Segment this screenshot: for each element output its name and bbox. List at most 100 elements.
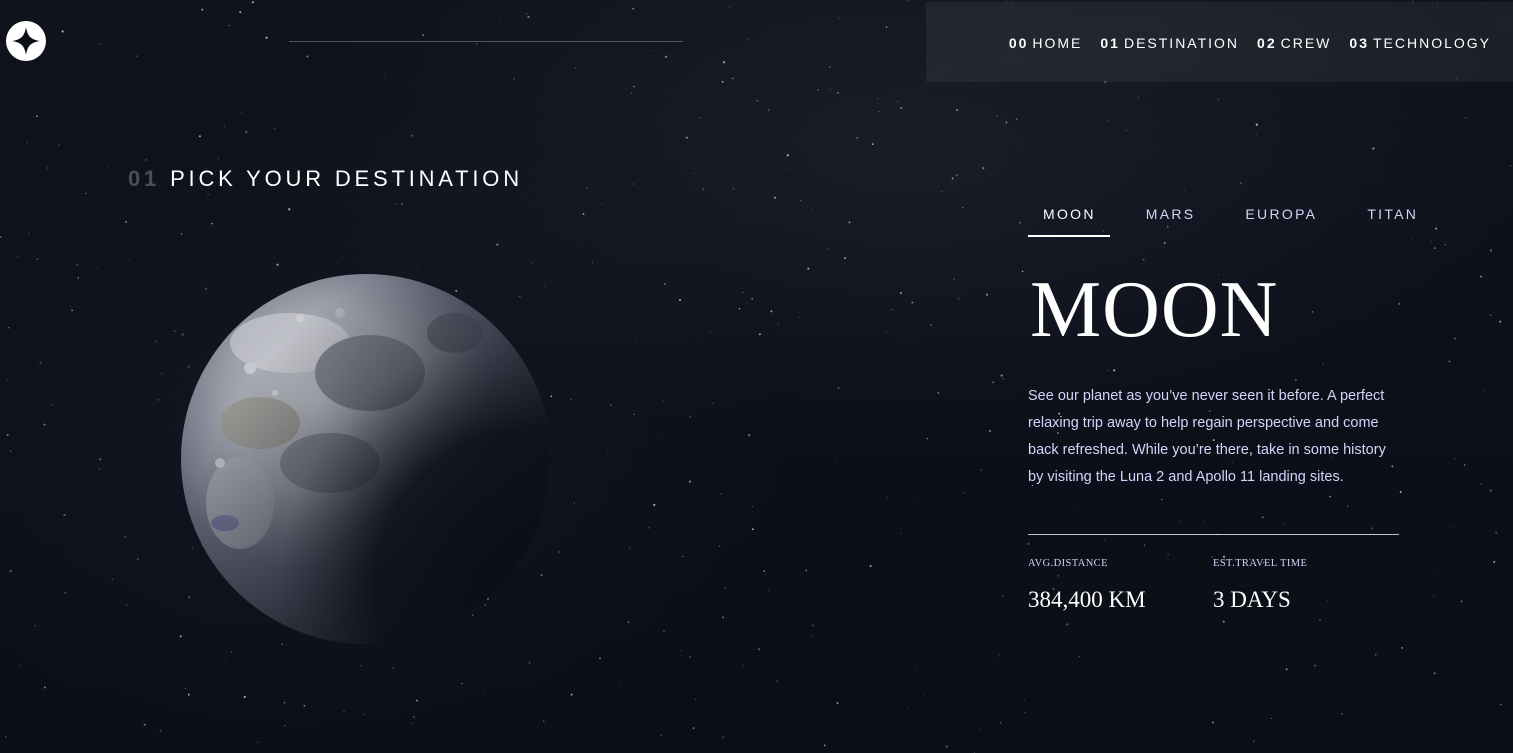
star <box>0 366 1 368</box>
star <box>416 699 418 702</box>
star <box>743 664 745 667</box>
star <box>680 649 682 652</box>
star <box>422 34 425 36</box>
star <box>670 413 671 415</box>
star <box>86 150 88 152</box>
star <box>1255 123 1258 126</box>
star <box>979 729 981 731</box>
star <box>877 98 879 100</box>
star <box>572 609 574 611</box>
star <box>276 263 279 266</box>
star <box>1005 121 1008 124</box>
star <box>653 503 656 507</box>
star <box>461 682 463 685</box>
star <box>633 183 635 185</box>
stats-divider <box>1028 534 1399 535</box>
star <box>1430 241 1432 243</box>
star <box>412 715 415 718</box>
nav-technology[interactable]: 03 TECHNOLOGY <box>1349 35 1491 51</box>
star <box>1024 712 1026 714</box>
star <box>798 317 800 318</box>
star <box>1500 703 1502 706</box>
star <box>1433 594 1435 597</box>
star <box>111 578 114 580</box>
star <box>1375 566 1376 568</box>
star <box>1460 600 1463 603</box>
star <box>1341 713 1343 715</box>
star <box>807 267 810 270</box>
star <box>180 233 183 235</box>
distance-label: AVG.DISTANCE <box>1028 558 1108 569</box>
nav-home[interactable]: 00 HOME <box>1009 35 1083 51</box>
star <box>820 18 822 19</box>
star <box>1489 314 1492 317</box>
star <box>475 42 478 45</box>
star <box>1021 270 1024 273</box>
star <box>1078 656 1080 658</box>
star <box>187 693 190 696</box>
star <box>29 255 30 257</box>
star <box>1433 672 1436 675</box>
star <box>827 248 829 250</box>
star <box>758 333 761 336</box>
star <box>125 220 128 223</box>
star <box>410 722 413 724</box>
star <box>1493 560 1496 563</box>
star <box>1283 522 1285 524</box>
star <box>273 127 276 130</box>
star <box>363 713 365 715</box>
star <box>871 143 874 145</box>
star <box>64 591 67 595</box>
star <box>897 101 899 102</box>
star <box>61 30 64 33</box>
star <box>157 398 160 401</box>
star <box>926 438 928 440</box>
star <box>773 196 777 199</box>
star <box>627 621 630 624</box>
star <box>663 630 665 632</box>
nav-crew[interactable]: 02 CREW <box>1257 35 1331 51</box>
star <box>999 721 1002 724</box>
star <box>900 532 902 534</box>
star <box>995 115 998 117</box>
star <box>962 206 964 209</box>
tab-moon[interactable]: MOON <box>1028 206 1110 237</box>
star <box>786 154 789 157</box>
star <box>1107 370 1109 372</box>
logo-icon[interactable] <box>6 21 46 61</box>
star <box>395 203 397 205</box>
star <box>136 55 139 58</box>
star <box>245 131 248 134</box>
star <box>640 261 641 263</box>
tab-europa[interactable]: EUROPA <box>1230 206 1331 237</box>
star <box>161 373 163 375</box>
tab-titan[interactable]: TITAN <box>1352 206 1432 237</box>
star <box>777 323 780 326</box>
star <box>58 144 60 147</box>
star <box>210 122 212 124</box>
star <box>817 89 820 91</box>
star <box>10 145 12 147</box>
star <box>586 187 588 189</box>
nav-destination[interactable]: 01 DESTINATION <box>1100 35 1239 51</box>
star <box>923 694 925 696</box>
star <box>283 701 286 704</box>
star <box>1023 699 1025 701</box>
star <box>1285 668 1288 671</box>
tab-mars[interactable]: MARS <box>1131 206 1210 237</box>
star <box>63 513 66 517</box>
star <box>1243 679 1245 681</box>
star <box>543 720 545 722</box>
star <box>1002 377 1005 380</box>
star <box>1195 102 1197 104</box>
star <box>1370 602 1372 604</box>
star <box>844 257 847 260</box>
star <box>43 423 46 426</box>
star <box>751 528 754 531</box>
star <box>170 246 171 248</box>
star <box>930 324 932 326</box>
destination-description: See our planet as you’ve never seen it b… <box>1028 388 1386 485</box>
star <box>211 222 213 225</box>
star <box>417 265 419 267</box>
star <box>1239 182 1242 185</box>
